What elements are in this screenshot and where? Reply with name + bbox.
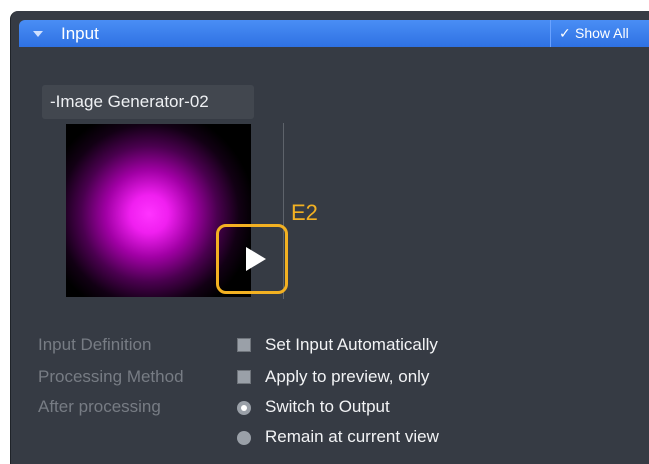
after-processing-label: After processing bbox=[38, 397, 161, 416]
set-input-automatically-label[interactable]: Set Input Automatically bbox=[265, 335, 438, 355]
checkmark-icon: ✓ bbox=[559, 25, 571, 41]
processing-method-label: Processing Method bbox=[38, 367, 184, 386]
caret-down-icon[interactable] bbox=[33, 31, 43, 37]
image-name: -Image Generator-02 bbox=[50, 92, 209, 111]
image-name-box[interactable]: -Image Generator-02 bbox=[42, 85, 254, 119]
input-section-header[interactable]: Input ✓ Show All bbox=[19, 20, 649, 47]
input-definition-label: Input Definition bbox=[38, 335, 152, 354]
show-all-button[interactable]: ✓ Show All bbox=[550, 20, 649, 47]
play-button[interactable] bbox=[216, 224, 288, 294]
section-title: Input bbox=[61, 24, 99, 43]
switch-to-output-radio[interactable] bbox=[237, 401, 251, 415]
remain-at-current-view-label[interactable]: Remain at current view bbox=[265, 427, 439, 447]
input-panel: Input ✓ Show All -Image Generator-02 E2 … bbox=[10, 11, 649, 464]
apply-to-preview-label[interactable]: Apply to preview, only bbox=[265, 367, 429, 387]
apply-to-preview-checkbox[interactable] bbox=[237, 370, 251, 384]
set-input-automatically-checkbox[interactable] bbox=[237, 338, 251, 352]
remain-at-current-view-radio[interactable] bbox=[237, 431, 251, 445]
switch-to-output-label[interactable]: Switch to Output bbox=[265, 397, 390, 417]
show-all-label: Show All bbox=[575, 25, 629, 41]
play-icon bbox=[246, 247, 266, 271]
step-label: E2 bbox=[291, 200, 318, 225]
